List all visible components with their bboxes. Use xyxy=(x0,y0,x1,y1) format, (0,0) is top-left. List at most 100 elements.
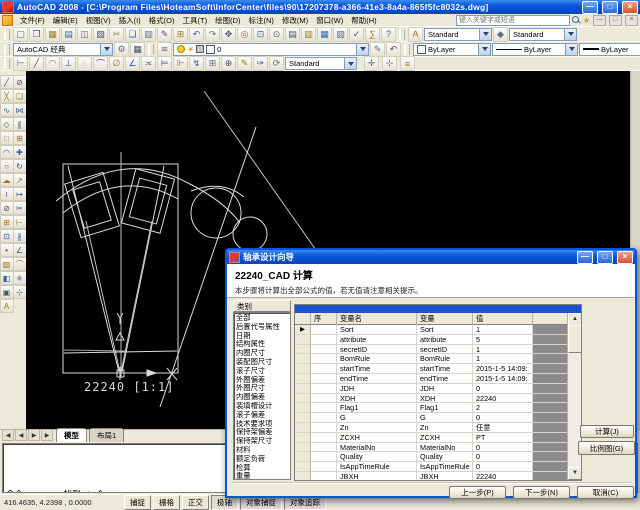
layer-combo[interactable]: ☀ 0 xyxy=(173,43,369,56)
publish-icon[interactable]: ▧ xyxy=(93,27,108,42)
arc-icon[interactable]: ◠ xyxy=(0,145,14,159)
category-item[interactable]: 材料 xyxy=(236,446,288,455)
cell-varname[interactable]: BomRule xyxy=(337,354,417,364)
restore-button[interactable]: □ xyxy=(602,1,618,14)
cell-var[interactable]: Zn xyxy=(417,423,473,433)
cell-seq[interactable] xyxy=(311,413,337,423)
cell-var[interactable]: XDH xyxy=(417,394,473,404)
cell-varname[interactable]: startTime xyxy=(337,364,417,374)
cell-seq[interactable] xyxy=(311,462,337,472)
cell-var[interactable]: Flag1 xyxy=(417,403,473,413)
cell-value[interactable]: 22240 xyxy=(473,472,533,481)
offset-icon[interactable]: ∥ xyxy=(13,117,27,131)
dim-style-manager-icon[interactable]: ◆ xyxy=(493,27,508,42)
scale-diagram-button[interactable]: 比例图(G) xyxy=(578,441,635,455)
col-header-seq[interactable]: 序 xyxy=(311,313,337,325)
cell-seq[interactable] xyxy=(311,443,337,453)
cell-value[interactable]: 5 xyxy=(473,335,533,345)
cell-value[interactable]: 1 xyxy=(473,325,533,335)
insert-block-icon[interactable]: ⊞ xyxy=(0,215,14,229)
workspace-settings-icon[interactable]: ⚙ xyxy=(114,42,129,57)
zoom-realtime-icon[interactable]: ◎ xyxy=(237,27,252,42)
tab-nav-arrow-icon[interactable]: ▶ xyxy=(28,429,40,441)
rotate-icon[interactable]: ↻ xyxy=(13,159,27,173)
cell-value[interactable]: 0 xyxy=(473,384,533,394)
inquiry-list-icon[interactable]: ≡ xyxy=(400,56,415,71)
category-item[interactable]: 日期 xyxy=(236,332,288,341)
cell-varname[interactable]: Quality xyxy=(337,452,417,462)
help-icon[interactable]: ? xyxy=(381,27,396,42)
next-step-button[interactable]: 下一步(N) xyxy=(513,486,570,499)
cell-var[interactable]: endTime xyxy=(417,374,473,384)
combo-arrow-icon[interactable] xyxy=(479,29,491,40)
circle-icon[interactable]: ○ xyxy=(0,159,14,173)
tolerance-icon[interactable]: ⊞ xyxy=(205,56,220,71)
category-item[interactable]: 技术要求项 xyxy=(236,420,288,429)
cell-varname[interactable]: Sort xyxy=(337,325,417,335)
table-row[interactable]: G G 0 xyxy=(295,413,581,423)
category-item[interactable]: 内圈偏差 xyxy=(236,393,288,402)
cell-value[interactable]: 22240 xyxy=(473,394,533,404)
menu-item[interactable]: 窗口(W) xyxy=(312,14,347,27)
table-row[interactable]: XDH XDH 22240 xyxy=(295,394,581,404)
table-row[interactable]: secretID secretID 1 xyxy=(295,345,581,355)
table-row[interactable]: attribute attribute 5 xyxy=(295,335,581,345)
join-icon[interactable]: ⊹ xyxy=(13,285,27,299)
cell-value[interactable]: 1 xyxy=(473,345,533,355)
dim-jogged-icon[interactable]: ⌒ xyxy=(93,56,108,71)
dim-style-combo[interactable]: Standard xyxy=(509,28,577,41)
menu-item[interactable]: 格式(O) xyxy=(145,14,179,27)
quickcalc-icon[interactable]: ∑ xyxy=(365,27,380,42)
cell-var[interactable]: MaterialNo xyxy=(417,443,473,453)
cell-var[interactable]: G xyxy=(417,413,473,423)
mdi-restore-button[interactable]: □ xyxy=(609,15,622,26)
category-item[interactable]: 装配图尺寸 xyxy=(236,358,288,367)
calculate-button[interactable]: 计算(J) xyxy=(580,425,634,438)
cell-varname[interactable]: XDH xyxy=(337,394,417,404)
menu-item[interactable]: 标注(N) xyxy=(245,14,278,27)
markup-set-manager-icon[interactable]: ✓ xyxy=(349,27,364,42)
tab-nav-arrow-icon[interactable]: ▶ xyxy=(41,429,53,441)
array-icon[interactable]: ⊞ xyxy=(13,131,27,145)
table-row[interactable]: IsAppTimeRule IsAppTimeRule 0 xyxy=(295,462,581,472)
combo-arrow-icon[interactable] xyxy=(344,58,356,69)
category-item[interactable]: 重量 xyxy=(236,472,288,480)
cell-varname[interactable]: endTime xyxy=(337,374,417,384)
cell-var[interactable]: BomRule xyxy=(417,354,473,364)
cell-value[interactable]: 0 xyxy=(473,462,533,472)
polygon-icon[interactable]: ◇ xyxy=(0,117,14,131)
cell-var[interactable]: secretID xyxy=(417,345,473,355)
category-item[interactable]: 外圈偏差 xyxy=(236,376,288,385)
combo-arrow-icon[interactable] xyxy=(478,44,490,55)
dimension-edit-icon[interactable]: ✎ xyxy=(237,56,252,71)
paste-icon[interactable]: ▥ xyxy=(141,27,156,42)
plot-icon[interactable]: ▤ xyxy=(61,27,76,42)
col-header-var[interactable]: 变量 xyxy=(417,313,473,325)
menu-item[interactable]: 修改(M) xyxy=(278,14,312,27)
trim-icon[interactable]: ✂ xyxy=(13,201,27,215)
cell-seq[interactable] xyxy=(311,325,337,335)
cell-var[interactable]: startTime xyxy=(417,364,473,374)
lineweight-combo[interactable]: ByLayer xyxy=(579,43,640,56)
category-item[interactable]: 检算 xyxy=(236,464,288,473)
make-layer-current-icon[interactable]: ✎ xyxy=(370,42,385,57)
minimize-button[interactable]: — xyxy=(582,1,598,14)
make-block-icon[interactable]: ⊡ xyxy=(0,229,14,243)
open-icon[interactable]: ❒ xyxy=(29,27,44,42)
cell-seq[interactable] xyxy=(311,384,337,394)
layer-properties-manager-icon[interactable]: ≋ xyxy=(157,42,172,57)
menu-item[interactable]: 文件(F) xyxy=(16,14,49,27)
menu-item[interactable]: 视图(V) xyxy=(82,14,115,27)
favorites-star-icon[interactable]: ★ xyxy=(583,16,590,25)
dimension-text-edit-icon[interactable]: ✑ xyxy=(253,56,268,71)
mdi-minimize-button[interactable]: — xyxy=(593,15,606,26)
category-item[interactable]: 内圈尺寸 xyxy=(236,349,288,358)
category-item[interactable]: 保持架尺寸 xyxy=(236,437,288,446)
color-combo[interactable]: ByLayer xyxy=(413,43,491,56)
toolbar-grip[interactable] xyxy=(399,29,405,40)
construction-line-icon[interactable]: ╳ xyxy=(0,89,14,103)
cell-value[interactable]: 0 xyxy=(473,443,533,453)
close-button[interactable]: × xyxy=(622,1,638,14)
cell-value[interactable]: PT xyxy=(473,433,533,443)
table-row[interactable]: ▶ Sort Sort 1 xyxy=(295,325,581,335)
